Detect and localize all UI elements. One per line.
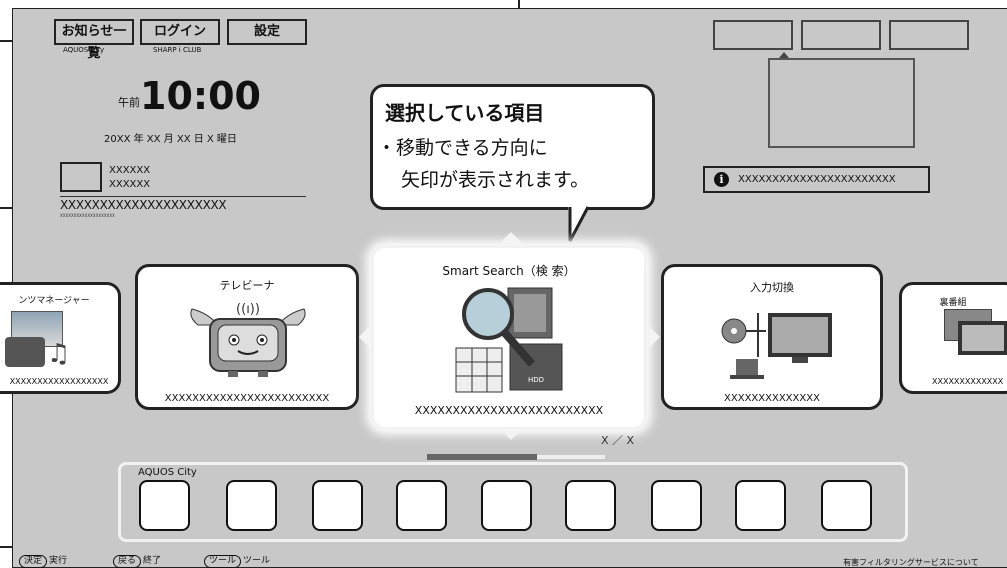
footer-back: 戻る 終了: [113, 553, 161, 568]
city-tile-9[interactable]: [821, 480, 872, 531]
city-tile-3[interactable]: [312, 480, 363, 531]
card-contents-manager[interactable]: ンツマネージャー ♫ XXXXXXXXXXXXXXXXXX: [0, 282, 121, 394]
channel-line-2: XXXXXX: [109, 179, 151, 190]
callout-title: 選択している項目: [385, 101, 545, 125]
page-indicator: X ／ X: [601, 434, 635, 447]
scrollbar-track[interactable]: [427, 454, 605, 460]
settings-button[interactable]: 設定: [227, 19, 307, 45]
callout-line-2: 矢印が表示されます。: [401, 169, 590, 191]
tool-label: ツール: [243, 556, 271, 566]
preview-window: [768, 58, 915, 148]
smart-search-icon: HDD: [455, 287, 563, 393]
input-switch-icon: [721, 313, 832, 379]
card-input-switch[interactable]: 入力切換 XXXXXXXXXXXXXX: [661, 264, 883, 410]
program-title: XXXXXXXXXXXXXXXXXXXXX: [60, 198, 227, 212]
ok-key-icon: 決定: [19, 555, 48, 568]
svg-text:((ı)): ((ı)): [236, 302, 260, 317]
tool-key-icon: ツール: [204, 555, 242, 568]
card-subtitle: XXXXXXXXXXXXX: [932, 377, 1004, 386]
card-title: テレビーナ: [219, 279, 275, 292]
back-key-icon: 戻る: [113, 555, 142, 568]
margin-tick-2: [0, 207, 12, 209]
card-subtitle: XXXXXXXXXXXXXXXXXXXXXXXXX: [414, 404, 604, 417]
status-box-3: [889, 20, 969, 50]
login-sub-label: SHARP i CLUB: [153, 46, 202, 54]
city-tile-8[interactable]: [735, 480, 786, 531]
city-tile-5[interactable]: [481, 480, 532, 531]
scrollbar-thumb[interactable]: [427, 454, 537, 460]
arrow-down-icon[interactable]: [500, 429, 522, 440]
card-smart-search[interactable]: Smart Search（検 索） HDD XXXXXXXXXXXXXXXXXX…: [371, 245, 647, 430]
divider: [60, 196, 306, 197]
arrow-up-icon[interactable]: [500, 232, 522, 243]
back-label: 終了: [143, 556, 162, 566]
margin-tick-1: [0, 40, 12, 42]
callout-tail: [568, 204, 590, 242]
margin-tick-3: [0, 546, 12, 548]
callout-balloon: 選択している項目 ・移動できる方向に 矢印が表示されます。: [370, 84, 655, 210]
footer-tool: ツール ツール: [204, 553, 270, 568]
contents-manager-icon: ♫: [5, 311, 75, 369]
city-tile-2[interactable]: [226, 480, 277, 531]
aquos-city-label: AQUOS City: [138, 467, 197, 478]
filter-service-link[interactable]: 有害フィルタリングサービスについて: [843, 557, 979, 568]
card-title: ンツマネージャー: [18, 296, 90, 306]
card-subtitle: XXXXXXXXXXXXXXXXXX: [9, 377, 109, 386]
status-box-1: [713, 20, 793, 50]
card-title: 裏番組: [939, 298, 967, 308]
card-tv-bina[interactable]: テレビーナ ((ı)) XXXXXXXXXXXXXXXXXXXXXXXX: [135, 264, 359, 410]
callout-line-1: ・移動できる方向に: [377, 137, 548, 159]
date-text: 20XX 年 XX 月 XX 日 X 曜日: [104, 134, 237, 145]
arrow-left-icon[interactable]: [359, 326, 370, 348]
other-programs-icon: [944, 309, 1007, 365]
footer-ok: 決定 実行: [19, 553, 67, 568]
city-tile-7[interactable]: [651, 480, 702, 531]
card-title: 入力切換: [750, 281, 794, 294]
program-small-text: XXXXXXXXXXXXXXXXXXXX: [60, 213, 115, 218]
card-other-programs[interactable]: 裏番組 XXXXXXXXXXXXX: [899, 282, 1007, 394]
arrow-right-icon[interactable]: [649, 326, 660, 348]
card-subtitle: XXXXXXXXXXXXXXXXXXXXXXXX: [164, 393, 330, 404]
ok-label: 実行: [49, 556, 68, 566]
card-title: Smart Search（検 索）: [442, 264, 576, 278]
status-box-2: [801, 20, 881, 50]
login-button[interactable]: ログイン: [140, 19, 220, 45]
notice-list-button[interactable]: お知らせ一覧: [54, 19, 134, 61]
ampm-label: 午前: [118, 96, 140, 109]
notification-text: XXXXXXXXXXXXXXXXXXXXXXX: [738, 174, 896, 185]
tv-mascot-icon: ((ı)): [190, 302, 306, 377]
notice-sub-label: AQUOS City: [63, 46, 105, 54]
channel-logo: [60, 162, 102, 192]
info-icon: i: [714, 172, 729, 187]
city-tile-6[interactable]: [565, 480, 616, 531]
city-tile-4[interactable]: [396, 480, 447, 531]
notification-bar[interactable]: i XXXXXXXXXXXXXXXXXXXXXXX: [703, 166, 930, 193]
card-subtitle: XXXXXXXXXXXXXX: [724, 393, 820, 404]
svg-text:HDD: HDD: [528, 376, 544, 384]
clock-time: 10:00: [140, 74, 261, 118]
channel-line-1: XXXXXX: [109, 165, 151, 176]
city-tile-1[interactable]: [139, 480, 190, 531]
